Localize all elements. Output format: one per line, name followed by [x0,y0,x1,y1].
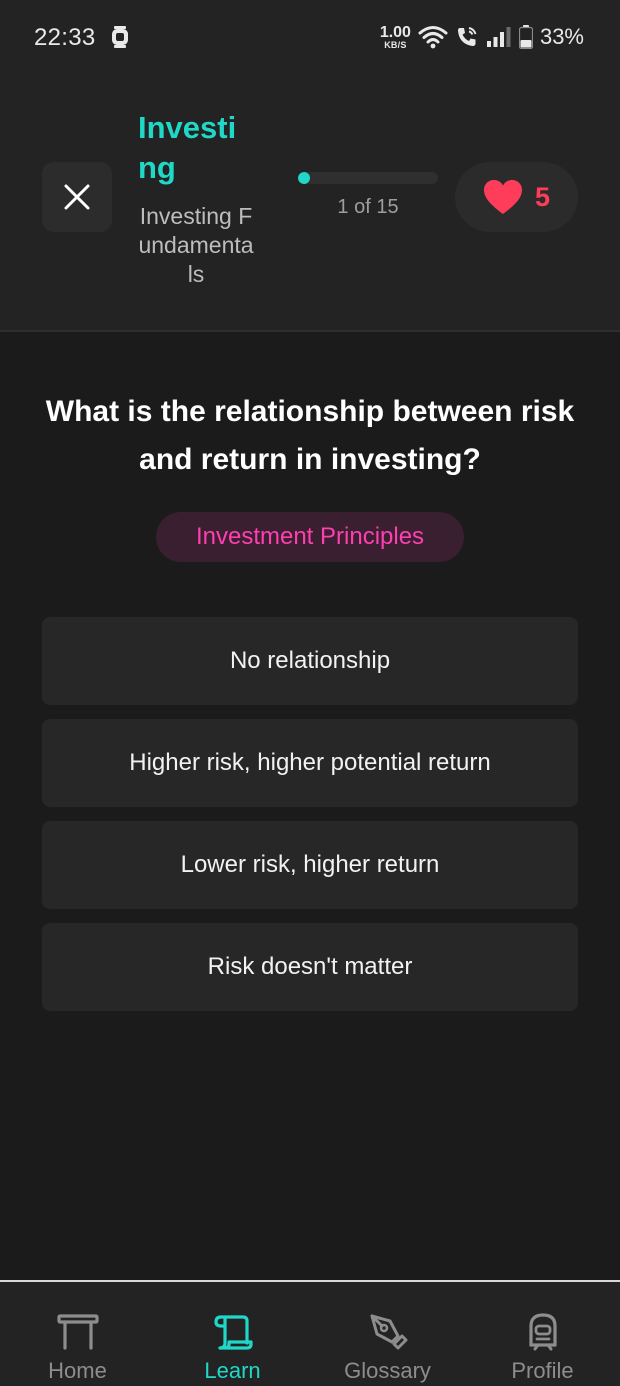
lives-indicator: 5 [455,162,578,232]
scroll-icon [213,1315,253,1350]
nav-label-learn: Learn [204,1358,261,1383]
wifi-icon [418,26,448,49]
nav-item-home[interactable]: Home [0,1282,155,1386]
category-badge: Investment Principles [156,512,464,562]
network-speed-value: 1.00 [379,23,411,41]
nav-label-profile: Profile [511,1358,574,1383]
answer-option[interactable]: Lower risk, higher return [42,821,578,909]
status-indicators: 1.00 KB/S 33% [380,22,584,52]
answer-option[interactable]: Higher risk, higher potential return [42,719,578,807]
close-button[interactable] [42,162,112,232]
battery-icon [518,25,533,49]
signal-icon [486,27,511,47]
smartwatch-icon [112,26,128,48]
status-time: 22:33 [34,24,96,51]
progress-text: 1 of 15 [337,196,399,218]
answer-option[interactable]: No relationship [42,617,578,705]
status-bar: 22:33 1.00 KB/S 33% [0,0,620,76]
nav-label-glossary: Glossary [344,1358,431,1383]
lesson-header: Investing Investing Fundamentals 1 of 15… [0,76,620,332]
lesson-title: Investing [138,110,237,185]
close-icon [64,184,90,210]
nav-label-home: Home [48,1358,107,1383]
progress-fill [298,172,310,184]
lesson-title-block: Investing Investing Fundamentals [138,108,254,289]
network-speed-unit: KB/S [384,39,407,50]
wifi-calling-icon [457,27,477,46]
bottom-nav: Home Learn Glossary Profile [0,1280,620,1386]
quiz-screen: 22:33 1.00 KB/S 33% Investing Investing … [0,0,620,1386]
lesson-subtitle: Investing Fundamentals [138,203,254,287]
answer-option[interactable]: Risk doesn't matter [42,923,578,1011]
nav-item-learn[interactable]: Learn [155,1282,310,1386]
home-icon [56,1314,99,1350]
nav-item-profile[interactable]: Profile [465,1282,620,1386]
lives-count: 5 [534,181,551,212]
pen-nib-icon [370,1314,407,1350]
nav-item-glossary[interactable]: Glossary [310,1282,465,1386]
question-text: What is the relationship between risk an… [45,395,575,476]
progress-bar [298,172,438,184]
network-speed: 1.00 KB/S [379,23,411,50]
profile-icon [528,1313,557,1351]
answer-options: No relationship Higher risk, higher pote… [42,617,578,1025]
battery-percent: 33% [539,24,584,49]
heart-icon [483,180,522,214]
